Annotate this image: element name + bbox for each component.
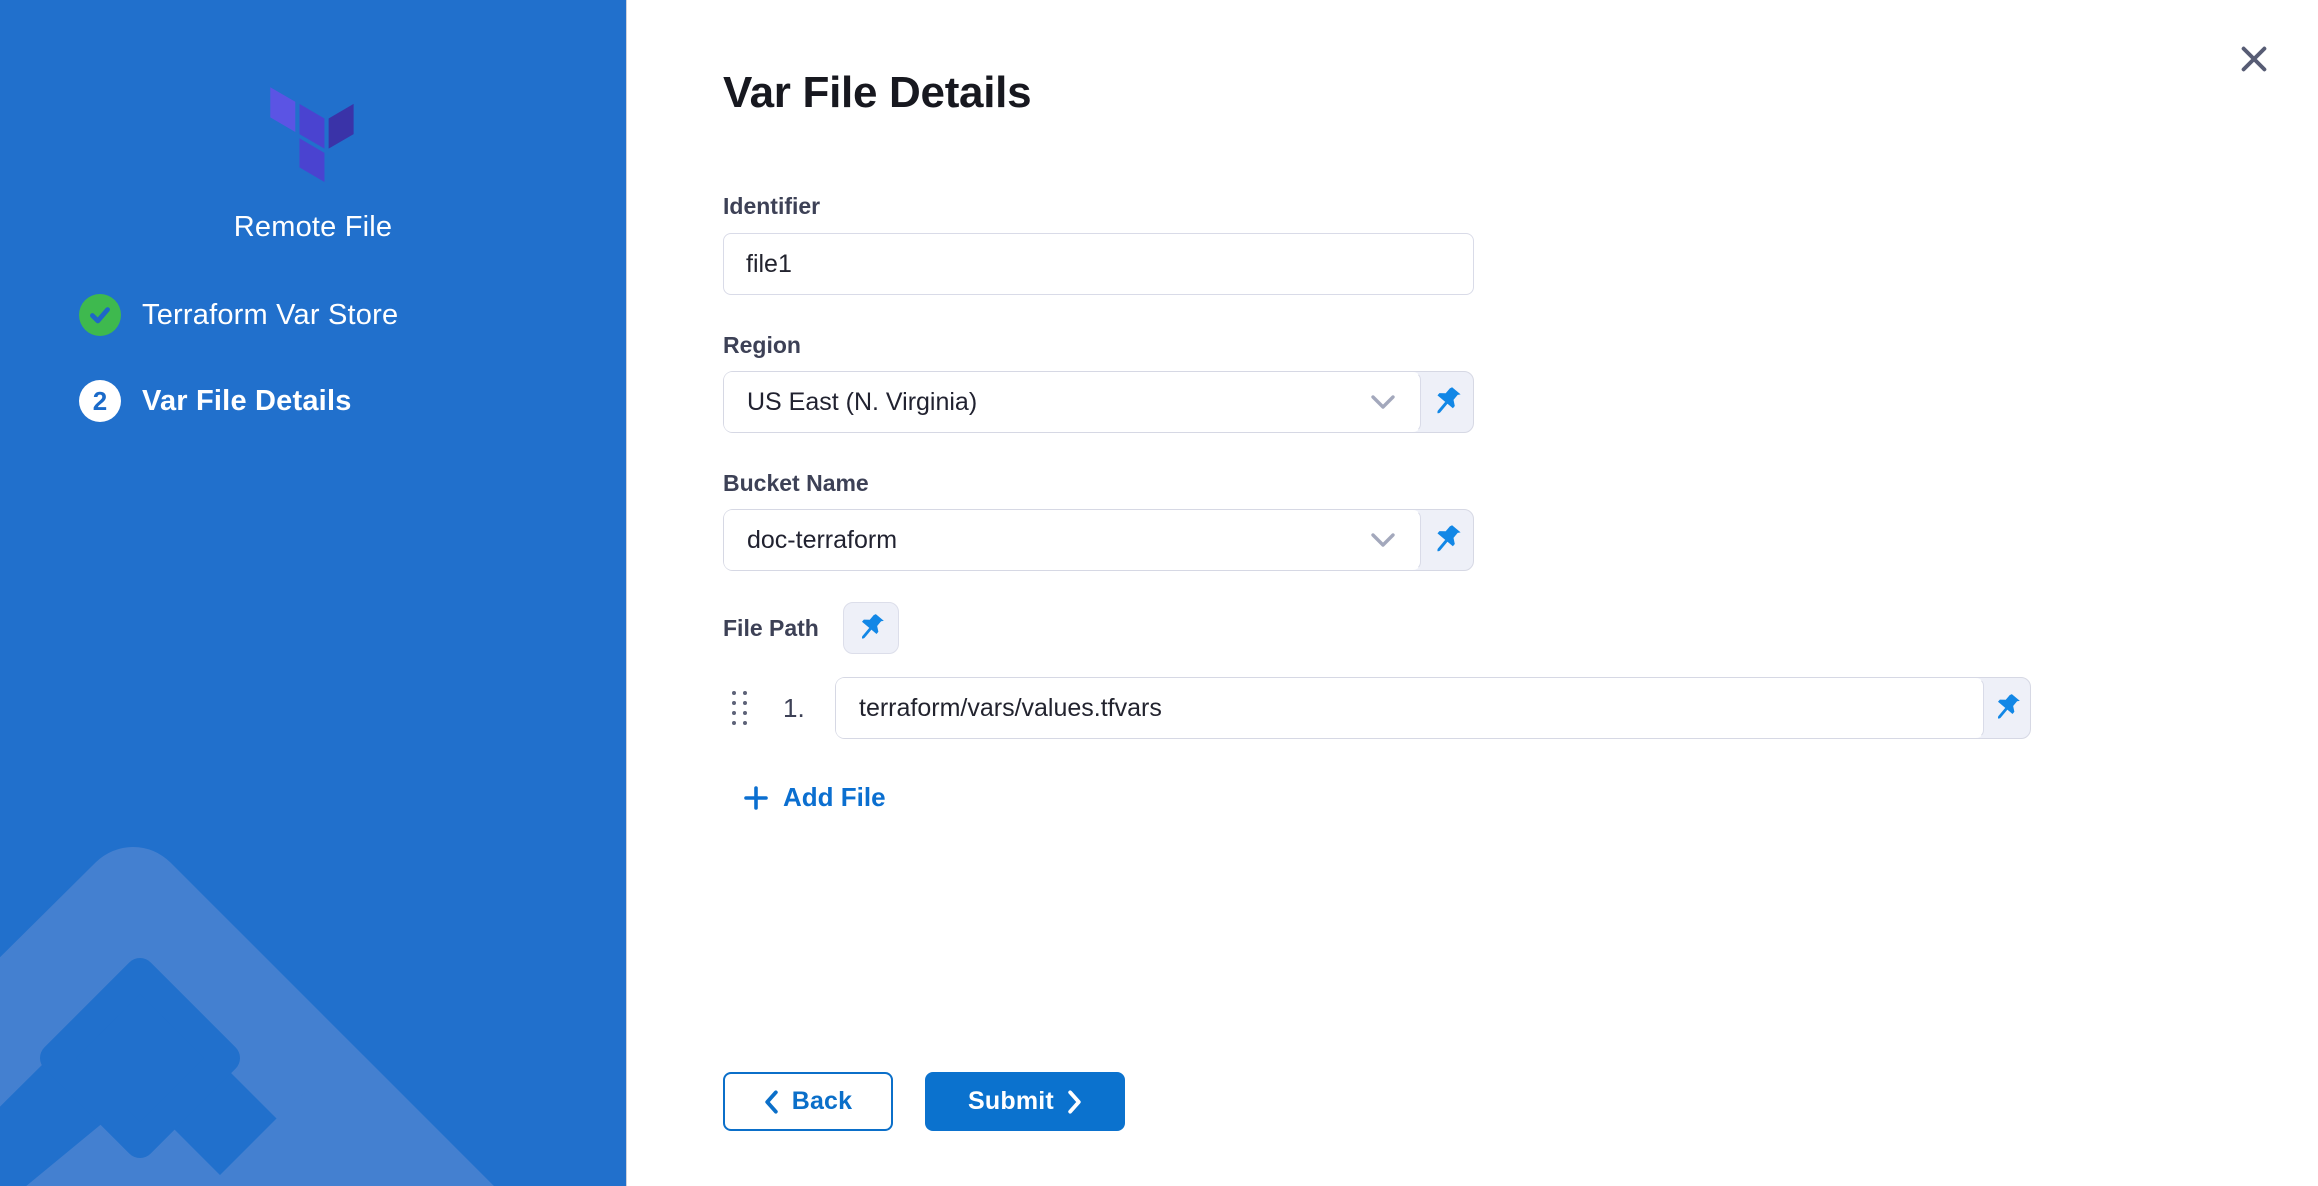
pin-icon <box>854 611 888 645</box>
var-file-details-panel: Var File Details Identifier Region US Ea… <box>627 0 2318 1186</box>
file-path-field-group: File Path 1. <box>723 602 2318 816</box>
file-path-label: File Path <box>723 614 819 642</box>
bucket-pin-button[interactable] <box>1421 510 1473 570</box>
bucket-select-value: doc-terraform <box>747 526 897 555</box>
submit-button[interactable]: Submit <box>925 1072 1125 1131</box>
pin-icon <box>1429 522 1465 558</box>
terraform-logo-icon <box>269 82 357 182</box>
file-path-row: 1. <box>723 677 2318 739</box>
wizard-actions: Back Submit <box>723 1072 1125 1131</box>
bucket-label: Bucket Name <box>723 469 2318 497</box>
file-path-row-index: 1. <box>783 693 813 724</box>
pin-icon <box>1990 691 2024 725</box>
identifier-input[interactable] <box>723 233 1474 295</box>
file-path-row-pin-button[interactable] <box>1984 678 2030 738</box>
chevron-left-icon <box>764 1090 779 1114</box>
region-select-value-area[interactable]: US East (N. Virginia) <box>724 372 1421 432</box>
close-button[interactable] <box>2234 40 2274 80</box>
region-select[interactable]: US East (N. Virginia) <box>723 371 1474 433</box>
chevron-right-icon <box>1067 1090 1082 1114</box>
bucket-select[interactable]: doc-terraform <box>723 509 1474 571</box>
identifier-label: Identifier <box>723 192 2318 220</box>
add-file-label: Add File <box>783 782 886 813</box>
add-file-button[interactable]: Add File <box>743 782 886 813</box>
region-select-value: US East (N. Virginia) <box>747 388 977 417</box>
identifier-field-group: Identifier <box>723 192 2318 295</box>
step-var-file-details[interactable]: 2 Var File Details <box>0 380 626 422</box>
var-file-details-modal: Remote File Terraform Var Store 2 Var Fi… <box>0 0 2318 1186</box>
wizard-sidebar: Remote File Terraform Var Store 2 Var Fi… <box>0 0 627 1186</box>
file-path-input[interactable] <box>836 678 1984 738</box>
region-pin-button[interactable] <box>1421 372 1473 432</box>
back-button[interactable]: Back <box>723 1072 893 1131</box>
step-label: Var File Details <box>142 385 352 418</box>
close-icon <box>2239 44 2269 74</box>
wizard-header: Remote File <box>0 82 626 244</box>
page-title: Var File Details <box>723 68 2318 118</box>
pin-icon <box>1429 384 1465 420</box>
bucket-field-group: Bucket Name doc-terraform <box>723 469 2318 571</box>
chevron-down-icon <box>1370 394 1396 411</box>
step-terraform-var-store[interactable]: Terraform Var Store <box>0 294 626 336</box>
step-complete-icon <box>79 294 121 336</box>
wizard-steps: Terraform Var Store 2 Var File Details <box>0 294 626 422</box>
submit-button-label: Submit <box>968 1087 1054 1116</box>
plus-icon <box>743 785 769 811</box>
bucket-select-value-area[interactable]: doc-terraform <box>724 510 1421 570</box>
form-content: Var File Details Identifier Region US Ea… <box>627 0 2318 816</box>
drag-handle-icon[interactable] <box>732 691 747 725</box>
back-button-label: Back <box>792 1087 853 1116</box>
step-number-badge: 2 <box>79 380 121 422</box>
chevron-down-icon <box>1370 532 1396 549</box>
step-label: Terraform Var Store <box>142 299 398 332</box>
file-path-pin-button[interactable] <box>843 602 899 654</box>
region-label: Region <box>723 331 2318 359</box>
wizard-title: Remote File <box>0 211 626 244</box>
region-field-group: Region US East (N. Virginia) <box>723 331 2318 433</box>
file-path-input-composite <box>835 677 2031 739</box>
